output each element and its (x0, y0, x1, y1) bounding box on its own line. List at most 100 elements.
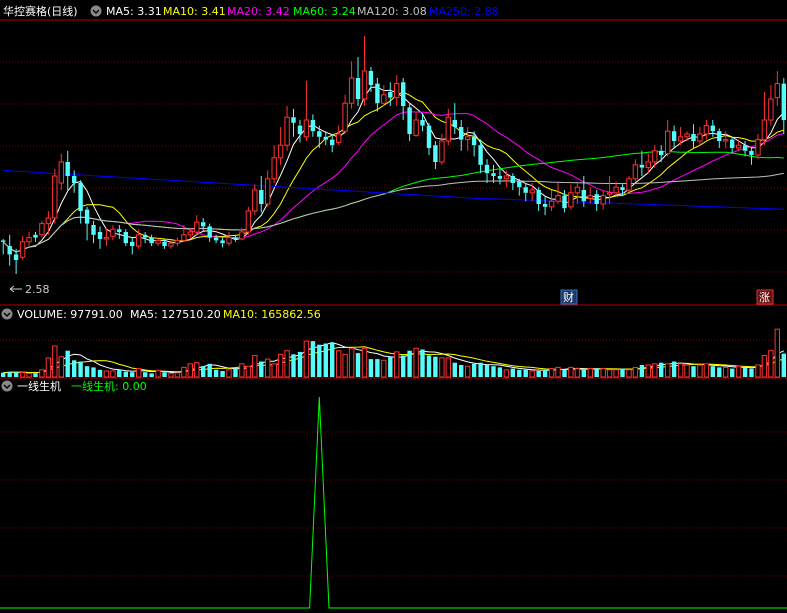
candle (491, 164, 496, 183)
volume-bar (749, 368, 754, 377)
volume-bar (259, 361, 264, 377)
volume-bar (452, 362, 457, 377)
volume-collapse-icon[interactable] (1, 308, 13, 320)
volume-bar (529, 370, 535, 378)
indicator-value-label: 一线生机: 0.00 (71, 379, 147, 393)
indicator-name: 一线生机 (17, 379, 61, 393)
volume-bar (632, 366, 639, 378)
candle-body (684, 133, 690, 138)
candle (291, 108, 296, 137)
header-collapse-icon[interactable] (90, 5, 102, 17)
candle (368, 66, 374, 92)
candle-body (768, 98, 774, 121)
candle (626, 176, 632, 193)
candle-body (361, 70, 368, 100)
candle (684, 131, 690, 141)
candle-body (452, 120, 457, 127)
volume-bar (723, 366, 729, 378)
volume-bar (471, 363, 477, 377)
candle (639, 150, 645, 176)
candle (691, 124, 696, 148)
candle (735, 139, 742, 151)
candle (587, 187, 593, 204)
volume-bar (194, 362, 200, 378)
stock-chart[interactable]: 华控赛格(日线) MA5: 3.31 MA10: 3.41 MA20: 3.42… (0, 0, 787, 613)
candle (58, 153, 64, 190)
candle-body (72, 176, 77, 183)
candle-body (13, 254, 19, 260)
volume-bar (581, 369, 586, 377)
volume-bar (697, 364, 703, 378)
candle (600, 190, 606, 210)
candle (484, 159, 490, 183)
candle-body (510, 176, 515, 183)
candle-body (52, 175, 58, 219)
limit-up-marker[interactable]: 涨 (756, 289, 774, 305)
candle-body (671, 131, 677, 141)
volume-bar (317, 344, 322, 377)
candle-body (213, 237, 219, 241)
volume-bar (375, 359, 380, 377)
volume-bar (310, 341, 316, 377)
candle-body (517, 181, 522, 188)
candle (174, 237, 181, 246)
moving-average-lines (2, 86, 785, 253)
candle-body (187, 231, 194, 236)
candle (123, 229, 128, 246)
candle-body (58, 161, 64, 184)
candle (33, 232, 38, 242)
volume-ma10-label: MA10: 165862.56 (223, 308, 321, 321)
candle-body (632, 164, 639, 180)
candle (19, 236, 26, 260)
candle (594, 190, 599, 211)
candle-body (562, 195, 567, 209)
volume-bar (413, 347, 419, 378)
candle (45, 211, 52, 235)
volume-bar (426, 355, 432, 377)
volume-bar (245, 365, 252, 378)
volume-bar (742, 367, 748, 377)
candle-body (381, 94, 387, 104)
candle-body (613, 186, 619, 194)
candle-body (555, 195, 561, 202)
candle-body (388, 92, 393, 98)
volume-bar (368, 359, 374, 377)
volume-bar (291, 354, 296, 377)
volume-bar (717, 367, 722, 377)
candle-body (723, 139, 729, 142)
candle-body (735, 144, 742, 149)
candle (375, 78, 380, 112)
candle (130, 237, 135, 255)
candle-body (348, 77, 355, 104)
volume-bar (510, 368, 515, 377)
volume-bars (1, 328, 786, 378)
candle (497, 169, 503, 185)
volume-bar (503, 369, 510, 378)
candle-body (600, 195, 606, 205)
volume-bar (284, 350, 290, 378)
candle (110, 225, 116, 241)
candle (39, 220, 45, 238)
candle (271, 145, 277, 183)
volume-bar (600, 368, 606, 378)
candle-body (226, 237, 232, 244)
volume-bar (117, 369, 122, 377)
candle (245, 206, 252, 235)
finance-marker[interactable]: 财 (560, 289, 578, 305)
volume-bar (297, 351, 303, 377)
indicator-collapse-icon[interactable] (1, 380, 13, 392)
candle-body (123, 232, 128, 244)
volume-bar (523, 369, 528, 377)
candle-body (439, 140, 445, 163)
min-price-marker: 2.58 (9, 283, 50, 296)
limit-up-marker-label: 涨 (759, 291, 770, 304)
candle-body (665, 130, 671, 155)
volume-bar (342, 353, 348, 378)
volume-bar (555, 366, 561, 378)
volume-bar (220, 371, 225, 377)
candle (730, 136, 735, 154)
candle (420, 113, 425, 132)
candle-body (717, 131, 722, 141)
candle (97, 226, 103, 249)
candle-body (201, 222, 206, 227)
